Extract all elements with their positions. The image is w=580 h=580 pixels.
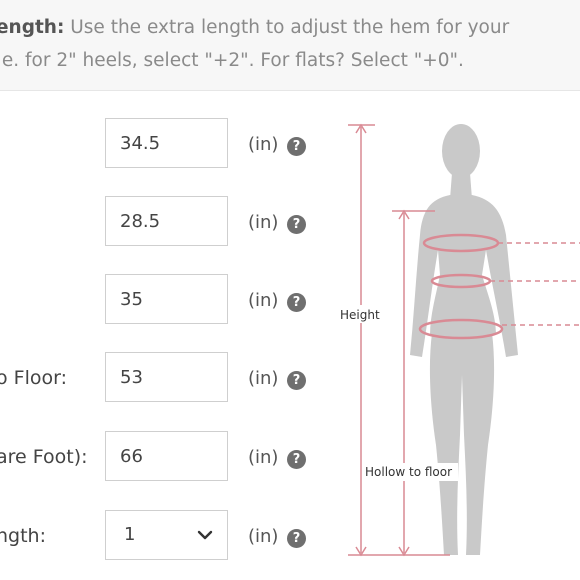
chevron-down-icon — [197, 530, 213, 540]
waist-help-icon[interactable]: ? — [287, 215, 306, 234]
hollow-to-floor-label: o Floor: — [0, 367, 67, 389]
measurement-figure: Height Hollow to floor — [336, 123, 580, 557]
height-unit: (in) — [248, 447, 279, 468]
hips-help-icon[interactable]: ? — [287, 293, 306, 312]
note-line-2: .e. for 2" heels, select "+2". For flats… — [0, 50, 464, 71]
hips-unit: (in) — [248, 290, 279, 311]
note-text: Use the extra length to adjust the hem f… — [64, 17, 510, 38]
extra-length-label: ngth: — [0, 525, 46, 547]
note-heading: ength: — [0, 17, 65, 38]
extra-length-unit: (in) — [248, 526, 279, 547]
height-figure-label: Height — [340, 308, 380, 322]
hips-input[interactable] — [105, 274, 228, 324]
hollow-to-floor-input[interactable] — [105, 352, 228, 402]
hollow-to-floor-unit: (in) — [248, 368, 279, 389]
extra-length-selected-value: 1 — [124, 524, 136, 545]
waist-input[interactable] — [105, 196, 228, 246]
bust-unit: (in) — [248, 134, 279, 155]
height-label: are Foot): — [0, 446, 88, 468]
bust-input[interactable] — [105, 118, 228, 168]
extra-length-help-icon[interactable]: ? — [287, 529, 306, 548]
note-line-1: ength: Use the extra length to adjust th… — [0, 17, 509, 38]
extra-length-select[interactable]: 1 — [105, 510, 228, 560]
female-silhouette-icon — [410, 124, 518, 555]
height-help-icon[interactable]: ? — [287, 450, 306, 469]
bust-help-icon[interactable]: ? — [287, 137, 306, 156]
extra-length-note: ength: Use the extra length to adjust th… — [0, 0, 580, 91]
height-input[interactable] — [105, 431, 228, 481]
hollow-to-floor-help-icon[interactable]: ? — [287, 371, 306, 390]
hollow-figure-label: Hollow to floor — [365, 465, 452, 479]
waist-unit: (in) — [248, 212, 279, 233]
